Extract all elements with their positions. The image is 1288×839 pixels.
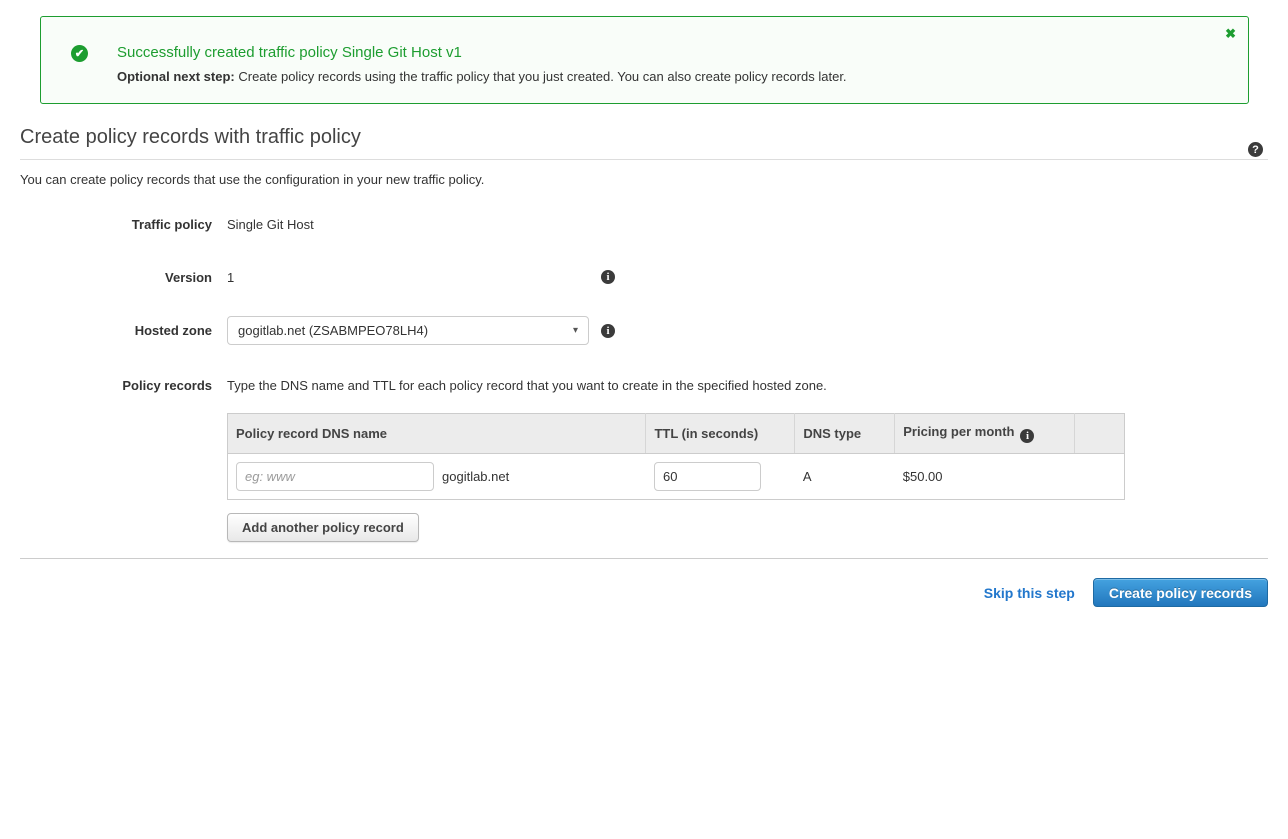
banner-title: Successfully created traffic policy Sing… xyxy=(117,44,462,61)
banner-next-step-text: Create policy records using the traffic … xyxy=(235,69,847,84)
footer-actions: Skip this step Create policy records xyxy=(20,578,1268,607)
version-row: Version 1 i xyxy=(20,270,1268,285)
hosted-zone-select[interactable]: gogitlab.net (ZSABMPEO78LH4) ▾ xyxy=(227,316,589,345)
traffic-policy-value: Single Git Host xyxy=(227,217,314,232)
hosted-zone-info-icon[interactable]: i xyxy=(601,324,615,338)
success-banner: ✔ Successfully created traffic policy Si… xyxy=(40,16,1249,104)
pricing-cell: $50.00 xyxy=(895,454,1075,500)
dns-suffix: gogitlab.net xyxy=(442,469,509,484)
page-description: You can create policy records that use t… xyxy=(20,172,1268,187)
version-info-icon[interactable]: i xyxy=(601,270,615,284)
policy-records-content: Type the DNS name and TTL for each polic… xyxy=(227,378,1125,542)
main-content: Create policy records with traffic polic… xyxy=(0,118,1288,607)
policy-records-table-wrap: Policy record DNS name TTL (in seconds) … xyxy=(227,413,1125,542)
policy-records-table: Policy record DNS name TTL (in seconds) … xyxy=(227,413,1125,500)
ttl-input[interactable] xyxy=(654,462,761,491)
version-value: 1 xyxy=(227,270,589,285)
header-ttl: TTL (in seconds) xyxy=(646,414,795,454)
header-dns-name: Policy record DNS name xyxy=(228,414,646,454)
success-check-icon: ✔ xyxy=(71,45,88,62)
dns-name-cell: gogitlab.net xyxy=(228,454,646,500)
traffic-policy-label: Traffic policy xyxy=(20,217,212,232)
header-dns-type: DNS type xyxy=(795,414,895,454)
policy-records-row: Policy records Type the DNS name and TTL… xyxy=(20,378,1268,542)
hosted-zone-label: Hosted zone xyxy=(20,316,212,338)
header-pricing-label: Pricing per month xyxy=(903,424,1014,439)
table-row: gogitlab.net A $50.00 xyxy=(228,454,1125,500)
row-actions-cell xyxy=(1075,454,1125,500)
dns-type-cell: A xyxy=(795,454,895,500)
footer-divider xyxy=(20,558,1268,559)
skip-this-step-link[interactable]: Skip this step xyxy=(984,585,1075,601)
help-icon[interactable]: ? xyxy=(1248,142,1263,157)
close-icon[interactable]: ✖ xyxy=(1225,27,1236,41)
hosted-zone-row: Hosted zone gogitlab.net (ZSABMPEO78LH4)… xyxy=(20,316,1268,345)
add-policy-record-button[interactable]: Add another policy record xyxy=(227,513,419,542)
policy-records-description: Type the DNS name and TTL for each polic… xyxy=(227,378,1125,393)
page-title: Create policy records with traffic polic… xyxy=(20,126,1268,149)
banner-next-step: Optional next step: Create policy record… xyxy=(117,69,847,84)
pricing-info-icon[interactable]: i xyxy=(1020,429,1034,443)
chevron-down-icon: ▾ xyxy=(573,325,578,336)
dns-name-input[interactable] xyxy=(236,462,434,491)
traffic-policy-row: Traffic policy Single Git Host xyxy=(20,217,1268,232)
create-policy-records-button[interactable]: Create policy records xyxy=(1093,578,1268,607)
version-label: Version xyxy=(20,270,212,285)
policy-record-form: Traffic policy Single Git Host Version 1… xyxy=(20,217,1268,542)
header-actions xyxy=(1075,414,1125,454)
ttl-cell xyxy=(646,454,795,500)
table-header-row: Policy record DNS name TTL (in seconds) … xyxy=(228,414,1125,454)
policy-records-label: Policy records xyxy=(20,378,212,393)
header-pricing: Pricing per month i xyxy=(895,414,1075,454)
page-header: Create policy records with traffic polic… xyxy=(20,126,1268,160)
hosted-zone-selected-value: gogitlab.net (ZSABMPEO78LH4) xyxy=(238,323,573,338)
banner-next-step-label: Optional next step: xyxy=(117,69,235,84)
